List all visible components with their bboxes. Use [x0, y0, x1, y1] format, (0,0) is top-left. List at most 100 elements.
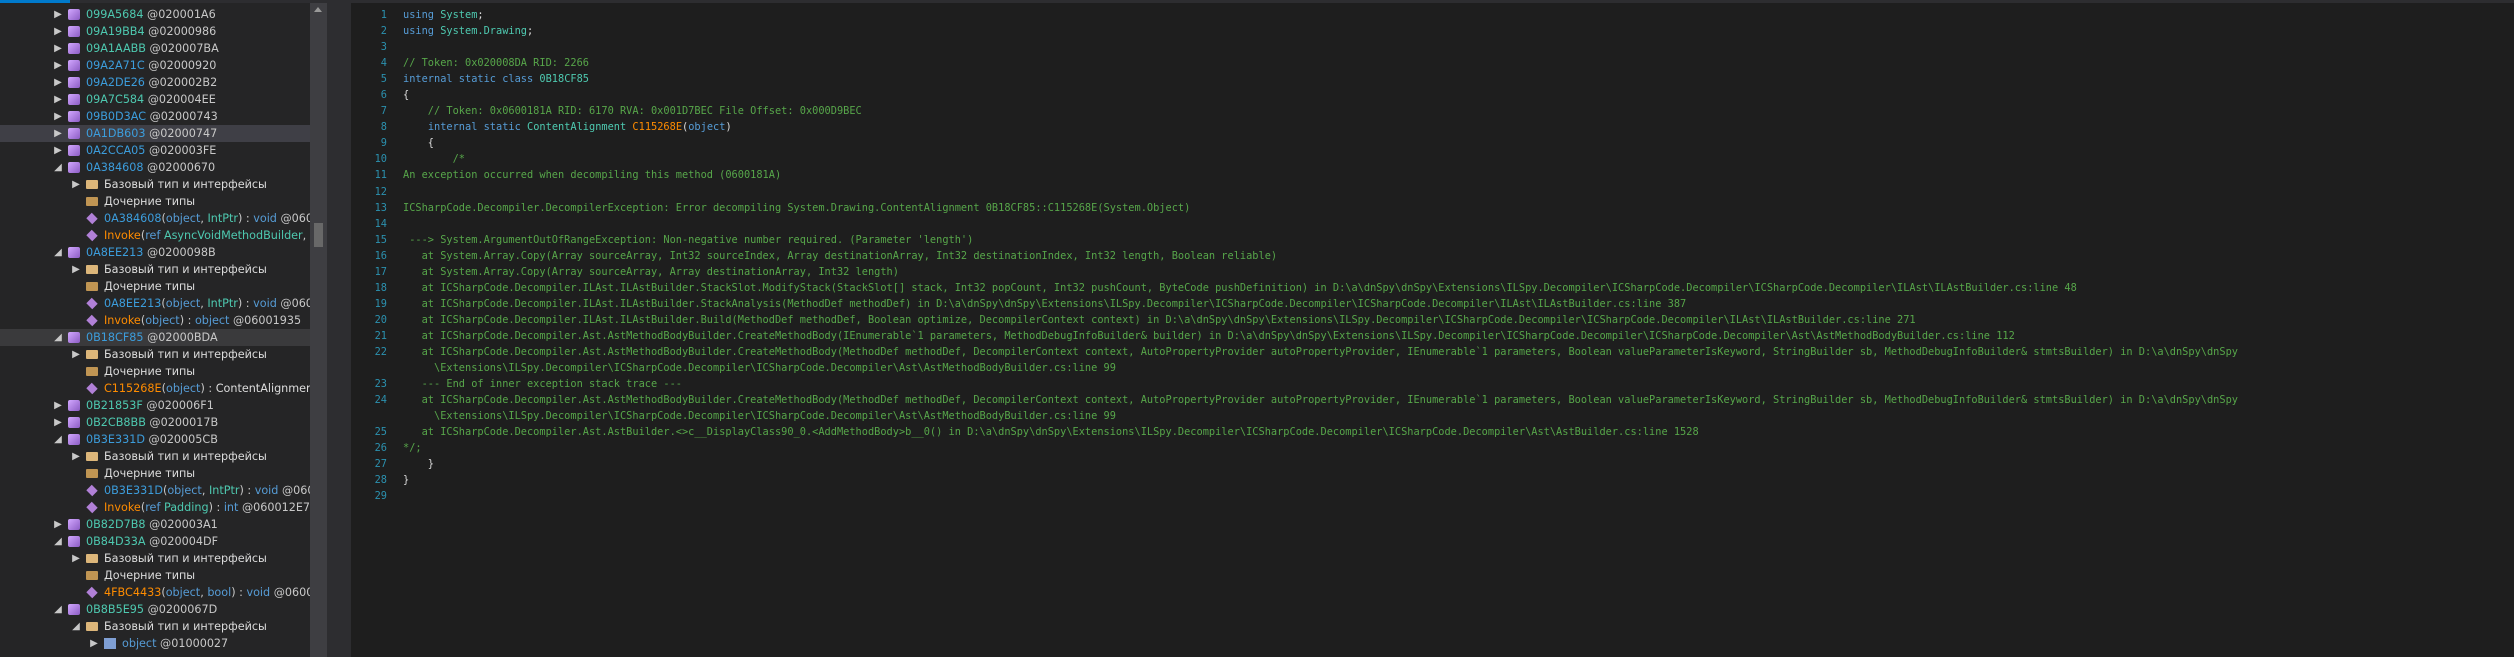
collapse-arrow-icon[interactable]: ◢	[52, 159, 64, 176]
tree-item[interactable]: ◢ 0B8B5E95 @0200067D	[0, 601, 310, 618]
expand-arrow-icon[interactable]: ▶	[70, 448, 82, 465]
tree-item[interactable]: ▶ 09A1AABB @020007BA	[0, 40, 310, 57]
code-line[interactable]: 11 An exception occurred when decompiling…	[375, 167, 2503, 183]
code-line[interactable]: 27 }	[375, 456, 2503, 472]
code-line[interactable]: 22 at ICSharpCode.Decompiler.Ast.AstMeth…	[375, 344, 2503, 360]
expand-arrow-icon[interactable]: ▶	[52, 414, 64, 431]
code-line[interactable]: 29	[375, 488, 2503, 504]
code-line[interactable]: 10 /*	[375, 151, 2503, 167]
collapse-arrow-icon[interactable]: ◢	[52, 431, 64, 448]
tree-item[interactable]: 0B3E331D(object, IntPtr) : void @06001	[0, 482, 310, 499]
expand-arrow-icon[interactable]: ▶	[88, 635, 100, 652]
expand-arrow-icon[interactable]: ▶	[70, 346, 82, 363]
tree-item[interactable]: Дочерние типы	[0, 465, 310, 482]
code-line[interactable]: 21 at ICSharpCode.Decompiler.Ast.AstMeth…	[375, 328, 2503, 344]
tree-item[interactable]: ▶ 09A19BB4 @02000986	[0, 23, 310, 40]
expand-arrow-icon[interactable]: ▶	[52, 40, 64, 57]
tree-item[interactable]: Invoke(object) : object @06001935	[0, 312, 310, 329]
code-line[interactable]: 26 */;	[375, 440, 2503, 456]
code-line[interactable]: 23 --- End of inner exception stack trac…	[375, 376, 2503, 392]
tree-scrollbar[interactable]	[310, 3, 327, 657]
code-line[interactable]: 19 at ICSharpCode.Decompiler.ILAst.ILAst…	[375, 296, 2503, 312]
tree-item[interactable]: ▶ Базовый тип и интерфейсы	[0, 261, 310, 278]
tree-item[interactable]: ▶ 099A5684 @020001A6	[0, 6, 310, 23]
tree-item[interactable]: ◢ 0A384608 @02000670	[0, 159, 310, 176]
tree-item[interactable]: 0A384608(object, IntPtr) : void @06001	[0, 210, 310, 227]
code-line[interactable]: 13 ICSharpCode.Decompiler.DecompilerExcep…	[375, 200, 2503, 216]
code-line[interactable]: 14	[375, 216, 2503, 232]
code-line[interactable]: 25 at ICSharpCode.Decompiler.Ast.AstBuil…	[375, 424, 2503, 440]
code-line[interactable]: 4 // Token: 0x020008DA RID: 2266	[381, 55, 2503, 71]
expand-arrow-icon[interactable]: ▶	[70, 261, 82, 278]
code-line[interactable]: 2 using System.Drawing;	[381, 23, 2503, 39]
code-line[interactable]: 18 at ICSharpCode.Decompiler.ILAst.ILAst…	[375, 280, 2503, 296]
tree-item[interactable]: Дочерние типы	[0, 567, 310, 584]
tree-item[interactable]: Invoke(ref Padding) : int @060012E7	[0, 499, 310, 516]
tree-item[interactable]: 0A8EE213(object, IntPtr) : void @06001	[0, 295, 310, 312]
tree-item[interactable]: ◢ 0B3E331D @020005CB	[0, 431, 310, 448]
tree-item[interactable]: ▶ 0A2CCA05 @020003FE	[0, 142, 310, 159]
tree-item[interactable]: Дочерние типы	[0, 193, 310, 210]
code-line[interactable]: \Extensions\ILSpy.Decompiler\ICSharpCode…	[403, 360, 2503, 376]
expand-arrow-icon[interactable]: ▶	[70, 550, 82, 567]
tree-item[interactable]: ◢ 0B84D33A @020004DF	[0, 533, 310, 550]
code-line[interactable]: 1 using System;	[381, 7, 2503, 23]
code-line[interactable]: 8 internal static ContentAlignment C1152…	[381, 119, 2503, 135]
tree-item[interactable]: ◢ Базовый тип и интерфейсы	[0, 618, 310, 635]
tree-item[interactable]: ▶ 0B21853F @020006F1	[0, 397, 310, 414]
code-line[interactable]: 6{	[381, 87, 2503, 103]
tree-item[interactable]: ▶ 09A7C584 @020004EE	[0, 91, 310, 108]
expand-arrow-icon[interactable]: ▶	[52, 74, 64, 91]
expand-arrow-icon[interactable]: ▶	[52, 57, 64, 74]
tree-item[interactable]: Дочерние типы	[0, 363, 310, 380]
tree-item[interactable]: ▶ object @01000027	[0, 635, 310, 652]
tree-item[interactable]: ▶ 0A1DB603 @02000747	[0, 125, 310, 142]
code-line[interactable]: 3	[381, 39, 2503, 55]
expand-arrow-icon[interactable]: ▶	[52, 516, 64, 533]
tree-item[interactable]: ▶ 0B82D7B8 @020003A1	[0, 516, 310, 533]
tree-item[interactable]: ▶ Базовый тип и интерфейсы	[0, 346, 310, 363]
code-line[interactable]: 20 at ICSharpCode.Decompiler.ILAst.ILAst…	[375, 312, 2503, 328]
collapse-arrow-icon[interactable]: ◢	[70, 618, 82, 635]
tree-item[interactable]: ▶ 09B0D3AC @02000743	[0, 108, 310, 125]
tree-item[interactable]: ▶ 09A2DE26 @020002B2	[0, 74, 310, 91]
expand-arrow-icon[interactable]: ▶	[52, 397, 64, 414]
code-line[interactable]: \Extensions\ILSpy.Decompiler\ICSharpCode…	[403, 408, 2503, 424]
tree-item[interactable]: Дочерние типы	[0, 278, 310, 295]
collapse-arrow-icon[interactable]: ◢	[52, 329, 64, 346]
code-line[interactable]: 9 {	[381, 135, 2503, 151]
tree-item[interactable]: Invoke(ref AsyncVoidMethodBuilder, o	[0, 227, 310, 244]
code-line[interactable]: 5 internal static class 0B18CF85	[381, 71, 2503, 87]
collapse-arrow-icon[interactable]: ◢	[52, 533, 64, 550]
tree-item[interactable]: ▶ 09A2A71C @02000920	[0, 57, 310, 74]
expand-arrow-icon[interactable]: ▶	[52, 108, 64, 125]
collapse-arrow-icon[interactable]: ◢	[52, 244, 64, 261]
expand-arrow-icon[interactable]: ▶	[52, 125, 64, 142]
tree-item[interactable]: ▶ Базовый тип и интерфейсы	[0, 176, 310, 193]
tree-item[interactable]: ▶ 0B2CB8BB @0200017B	[0, 414, 310, 431]
expand-arrow-icon[interactable]: ▶	[70, 176, 82, 193]
tree-item[interactable]: C115268E(object) : ContentAlignment	[0, 380, 310, 397]
assembly-explorer-tree[interactable]: ▶ 099A5684 @020001A6 ▶ 09A19BB4 @02000986 ▶ 0…	[0, 3, 310, 657]
tree-item[interactable]: ▶ Базовый тип и интерфейсы	[0, 448, 310, 465]
code-line[interactable]: 17 at System.Array.Copy(Array sourceArra…	[375, 264, 2503, 280]
scrollbar-thumb[interactable]	[314, 223, 323, 247]
code-line[interactable]: 7 // Token: 0x0600181A RID: 6170 RVA: 0x…	[381, 103, 2503, 119]
code-line[interactable]: 12	[375, 184, 2503, 200]
code-line[interactable]: 15 ---> System.ArgumentOutOfRangeExcepti…	[375, 232, 2503, 248]
expand-arrow-icon[interactable]: ▶	[52, 91, 64, 108]
tree-item[interactable]: ◢ 0A8EE213 @0200098B	[0, 244, 310, 261]
panel-splitter[interactable]	[327, 3, 351, 657]
tree-item[interactable]: 4FBC4433(object, bool) : void @060011	[0, 584, 310, 601]
expand-arrow-icon[interactable]: ▶	[52, 6, 64, 23]
expand-arrow-icon[interactable]: ▶	[52, 23, 64, 40]
code-line[interactable]: 16 at System.Array.Copy(Array sourceArra…	[375, 248, 2503, 264]
code-line[interactable]: 28}	[375, 472, 2503, 488]
tree-item[interactable]: ◢ 0B18CF85 @02000BDA	[0, 329, 310, 346]
code-editor[interactable]: 1 using System; 2 using System.Drawing; 3 4 //…	[351, 3, 2514, 657]
tree-item[interactable]: ▶ Базовый тип и интерфейсы	[0, 550, 310, 567]
expand-arrow-icon[interactable]: ▶	[52, 142, 64, 159]
collapse-arrow-icon[interactable]: ◢	[52, 601, 64, 618]
scroll-up-arrow-icon[interactable]	[314, 7, 322, 12]
code-line[interactable]: 24 at ICSharpCode.Decompiler.Ast.AstMeth…	[375, 392, 2503, 408]
